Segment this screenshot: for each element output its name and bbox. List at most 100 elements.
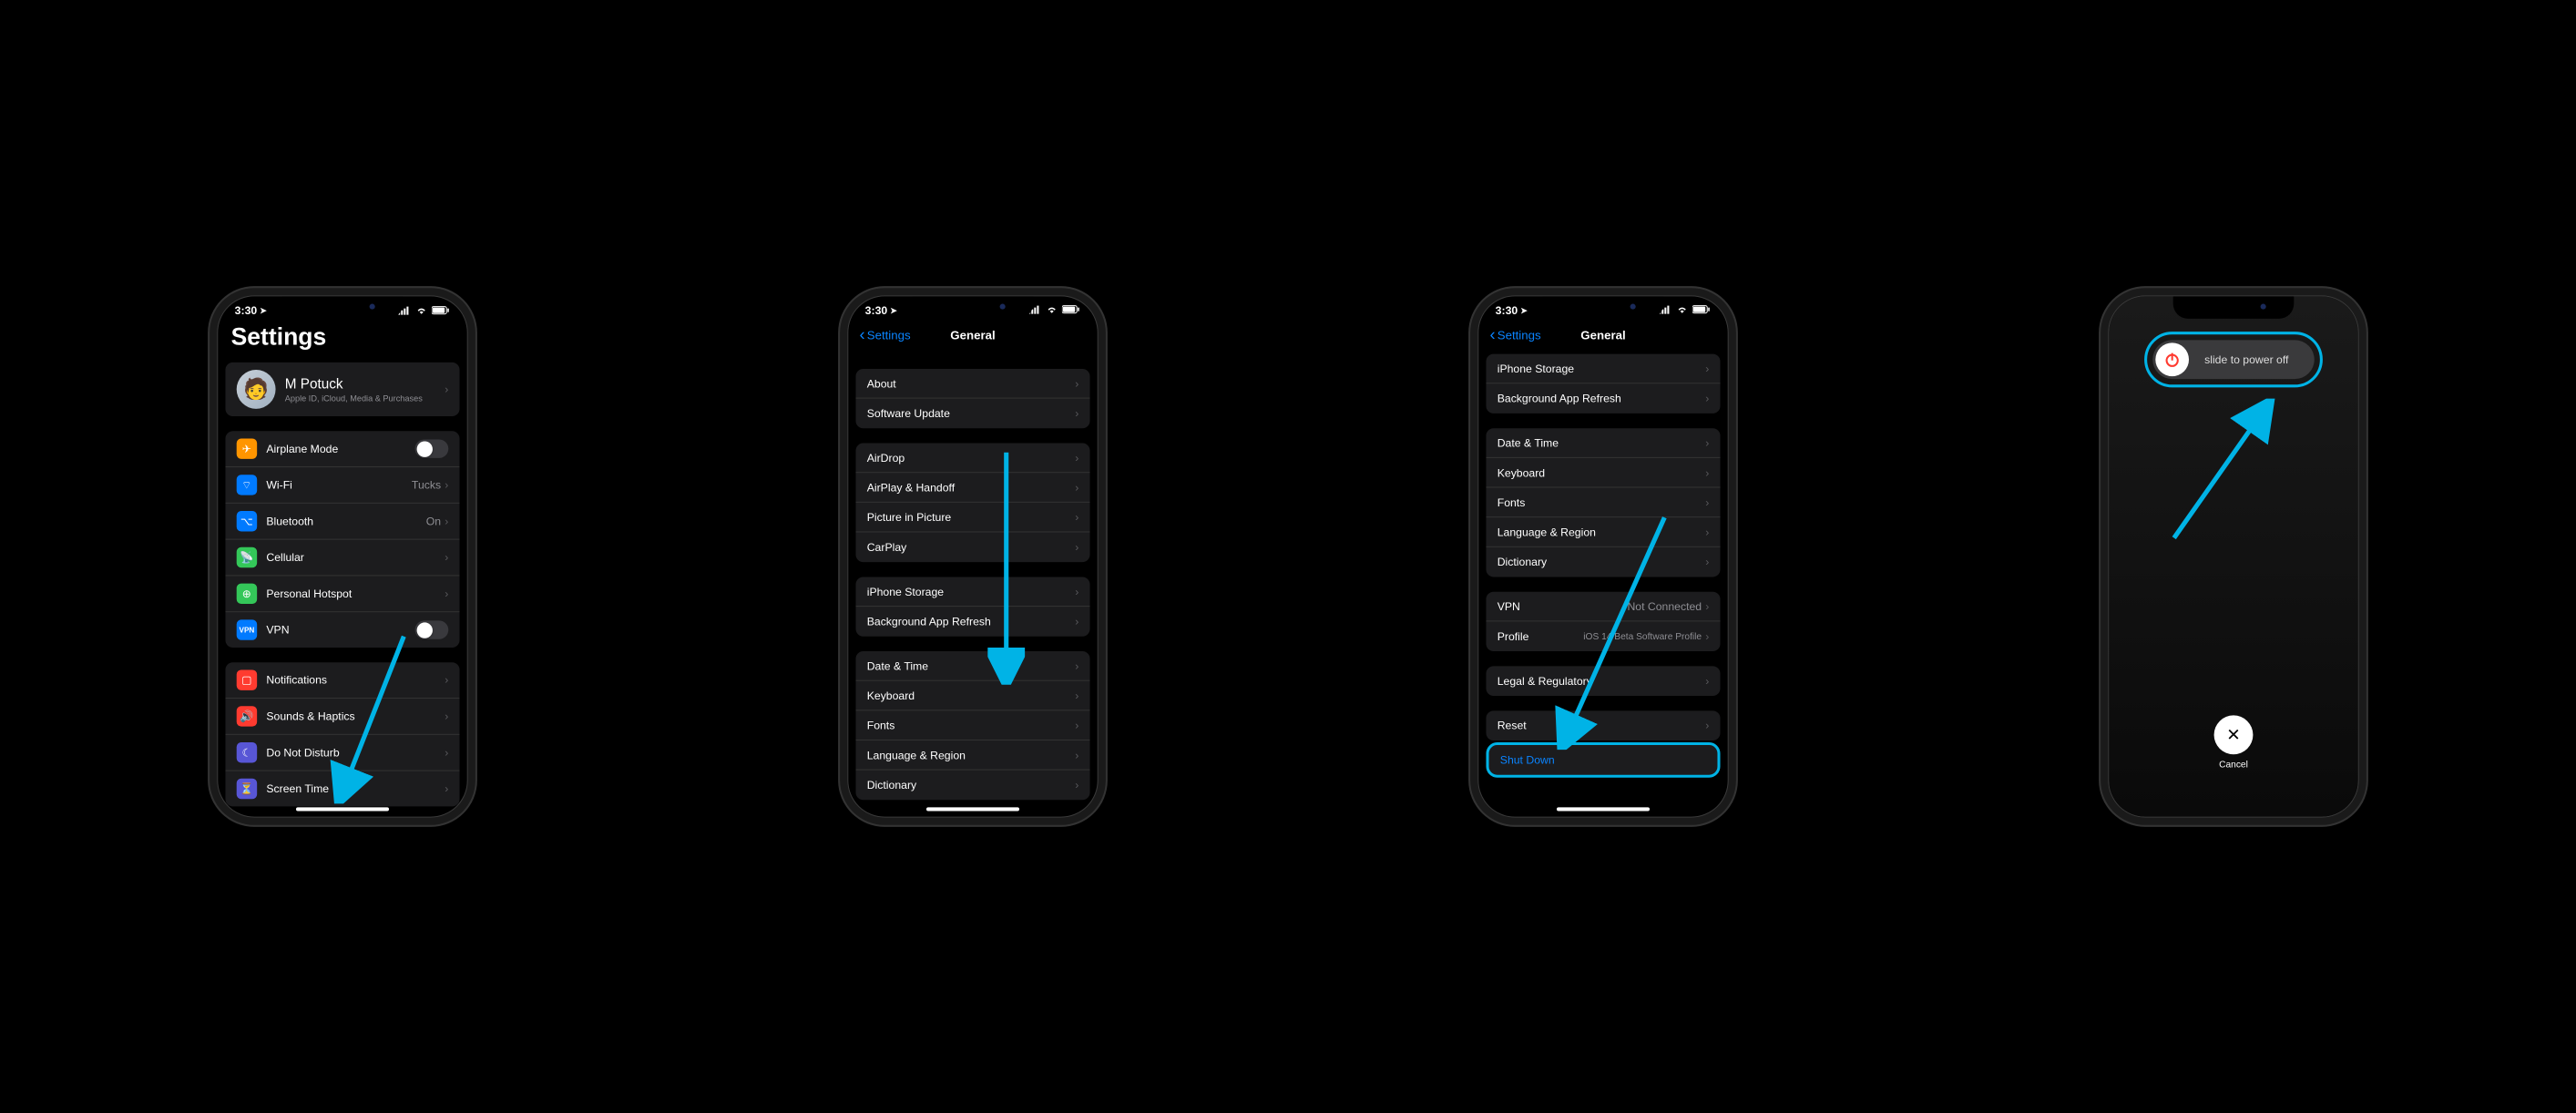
datetime-row[interactable]: Date & Time› <box>855 651 1089 681</box>
keyboard-row[interactable]: Keyboard› <box>855 681 1089 711</box>
chevron-icon: › <box>445 478 448 491</box>
row-label: Picture in Picture <box>867 511 1075 524</box>
legal-row[interactable]: Legal & Regulatory› <box>1486 666 1720 696</box>
nav-title: General <box>1580 328 1625 342</box>
fonts-row[interactable]: Fonts› <box>1486 488 1720 518</box>
location-icon: ➤ <box>1520 305 1528 315</box>
notch <box>282 296 404 318</box>
close-icon: ✕ <box>2214 715 2254 754</box>
vpn-row[interactable]: VPNNot Connected› <box>1486 592 1720 622</box>
chevron-icon: › <box>1705 630 1709 643</box>
profile-row[interactable]: ProfileiOS 14 Beta Software Profile› <box>1486 621 1720 651</box>
airplane-toggle[interactable] <box>415 439 449 457</box>
chevron-icon: › <box>1075 719 1078 731</box>
lang-row[interactable]: Language & Region› <box>855 740 1089 771</box>
bluetooth-row[interactable]: ⌥ Bluetooth On › <box>225 504 459 540</box>
chevron-icon: › <box>1075 481 1078 494</box>
row-label: About <box>867 377 1075 390</box>
battery-icon <box>1062 304 1080 317</box>
bg-refresh-row[interactable]: Background App Refresh› <box>1486 383 1720 414</box>
screentime-row[interactable]: ⏳ Screen Time › <box>225 771 459 807</box>
power-knob[interactable] <box>2155 342 2189 376</box>
back-button[interactable]: ‹ Settings <box>1490 326 1541 342</box>
row-label: Reset <box>1498 720 1705 732</box>
chevron-icon: › <box>1705 436 1709 449</box>
profile-name: M Potuck <box>285 376 445 392</box>
dict-row[interactable]: Dictionary› <box>1486 547 1720 577</box>
datetime-row[interactable]: Date & Time› <box>1486 428 1720 458</box>
home-indicator[interactable] <box>1557 807 1650 811</box>
chevron-icon: › <box>1705 362 1709 374</box>
row-label: Wi-Fi <box>266 478 412 491</box>
airplane-mode-row[interactable]: ✈ Airplane Mode <box>225 431 459 467</box>
airdrop-row[interactable]: AirDrop› <box>855 444 1089 474</box>
status-right-icons <box>1659 304 1711 317</box>
phone-general-top: 3:30 ➤ ‹ Settings General About› Softwar… <box>847 295 1098 817</box>
chevron-icon: › <box>1075 451 1078 464</box>
row-label: Background App Refresh <box>867 615 1075 628</box>
lang-row[interactable]: Language & Region› <box>1486 517 1720 547</box>
chevron-icon: › <box>1075 407 1078 420</box>
shutdown-row[interactable]: Shut Down <box>1489 745 1718 775</box>
chevron-icon: › <box>445 782 448 795</box>
chevron-icon: › <box>1705 466 1709 479</box>
chevron-icon: › <box>1075 689 1078 701</box>
location-icon: ➤ <box>890 305 897 315</box>
screentime-icon: ⏳ <box>237 779 257 799</box>
vpn-toggle[interactable] <box>415 620 449 638</box>
reset-row[interactable]: Reset› <box>1486 710 1720 740</box>
chevron-icon: › <box>445 587 448 600</box>
about-row[interactable]: About› <box>855 369 1089 399</box>
wifi-row[interactable]: ⌔ Wi-Fi Tucks › <box>225 467 459 504</box>
slide-to-power-off-highlight: slide to power off <box>2144 332 2323 387</box>
airplay-row[interactable]: AirPlay & Handoff› <box>855 473 1089 503</box>
dnd-row[interactable]: ☾ Do Not Disturb › <box>225 735 459 771</box>
status-time: 3:30 <box>865 304 888 317</box>
notch <box>1543 296 1664 318</box>
row-label: Screen Time <box>266 782 445 795</box>
storage-row[interactable]: iPhone Storage› <box>855 577 1089 607</box>
chevron-icon: › <box>1075 585 1078 597</box>
notch <box>2173 296 2295 318</box>
fonts-row[interactable]: Fonts› <box>855 710 1089 740</box>
back-chevron-icon: ‹ <box>1490 326 1496 342</box>
back-button[interactable]: ‹ Settings <box>860 326 911 342</box>
pip-row[interactable]: Picture in Picture› <box>855 503 1089 533</box>
row-label: Fonts <box>1498 495 1705 508</box>
home-indicator[interactable] <box>926 807 1019 811</box>
carplay-row[interactable]: CarPlay› <box>855 532 1089 562</box>
slide-to-power-off[interactable]: slide to power off <box>2152 340 2314 379</box>
battery-icon <box>1692 304 1711 317</box>
home-indicator[interactable] <box>296 807 389 811</box>
row-detail: Not Connected <box>1627 599 1702 612</box>
row-label: Sounds & Haptics <box>266 710 445 722</box>
hotspot-row[interactable]: ⊕ Personal Hotspot › <box>225 576 459 612</box>
back-chevron-icon: ‹ <box>860 326 865 342</box>
bg-refresh-row[interactable]: Background App Refresh› <box>855 607 1089 637</box>
row-label: iPhone Storage <box>867 585 1075 597</box>
sounds-row[interactable]: 🔊 Sounds & Haptics › <box>225 699 459 735</box>
keyboard-row[interactable]: Keyboard› <box>1486 458 1720 488</box>
chevron-icon: › <box>1705 526 1709 538</box>
dict-row[interactable]: Dictionary› <box>855 771 1089 801</box>
avatar: 🧑 <box>237 370 276 409</box>
row-label: Do Not Disturb <box>266 746 445 759</box>
row-detail: Tucks <box>412 478 441 491</box>
chevron-icon: › <box>1705 392 1709 404</box>
row-label: Cellular <box>266 551 445 564</box>
cellular-row[interactable]: 📡 Cellular › <box>225 540 459 577</box>
airplane-icon: ✈ <box>237 438 257 458</box>
row-label: Personal Hotspot <box>266 587 445 600</box>
software-update-row[interactable]: Software Update› <box>855 399 1089 429</box>
apple-id-row[interactable]: 🧑 M Potuck Apple ID, iCloud, Media & Pur… <box>225 362 459 416</box>
row-label: Dictionary <box>1498 556 1705 568</box>
chevron-icon: › <box>1705 720 1709 732</box>
chevron-icon: › <box>1075 615 1078 628</box>
notifications-row[interactable]: ▢ Notifications › <box>225 662 459 699</box>
chevron-icon: › <box>1705 675 1709 688</box>
row-label: Bluetooth <box>266 515 425 527</box>
storage-row[interactable]: iPhone Storage› <box>1486 354 1720 384</box>
vpn-row[interactable]: VPN VPN <box>225 612 459 648</box>
cancel-button[interactable]: ✕ Cancel <box>2214 715 2254 770</box>
row-label: Fonts <box>867 719 1075 731</box>
